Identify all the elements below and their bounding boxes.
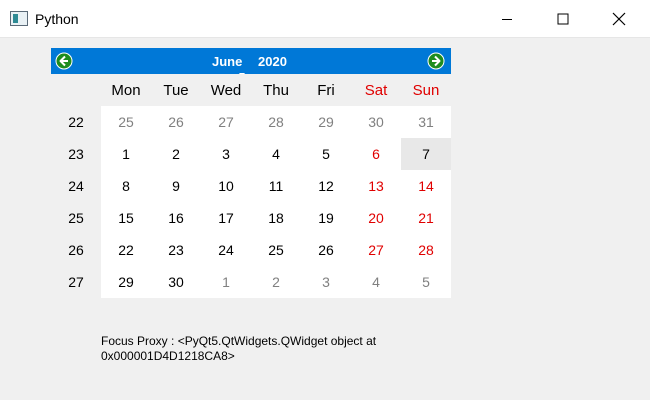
day-cell-selected[interactable]: 7: [401, 138, 451, 170]
week-number: 24: [68, 178, 84, 194]
day-cell[interactable]: 1: [201, 266, 251, 298]
day-cell[interactable]: 6: [351, 138, 401, 170]
day-cell[interactable]: 2: [251, 266, 301, 298]
day-cell[interactable]: 16: [151, 202, 201, 234]
day-cell[interactable]: 30: [151, 266, 201, 298]
day-cell[interactable]: 11: [251, 170, 301, 202]
day-cell[interactable]: 28: [401, 234, 451, 266]
day-cell[interactable]: 12: [301, 170, 351, 202]
day-cell[interactable]: 22: [101, 234, 151, 266]
calendar-widget[interactable]: June 2020 Mon Tue Wed Thu Fri Sat Sun 22 25 26 27 2…: [51, 48, 451, 298]
day-header-thu: Thu: [263, 81, 289, 99]
day-cell[interactable]: 28: [251, 106, 301, 138]
day-cell[interactable]: 21: [401, 202, 451, 234]
minimize-button[interactable]: [484, 0, 530, 38]
focus-proxy-label: Focus Proxy : <PyQt5.QtWidgets.QWidget o…: [101, 334, 377, 363]
previous-month-button[interactable]: [55, 52, 73, 70]
day-cell[interactable]: 26: [151, 106, 201, 138]
maximize-icon: [557, 13, 569, 25]
day-cell[interactable]: 19: [301, 202, 351, 234]
week-number: 27: [68, 274, 84, 290]
day-cell[interactable]: 25: [101, 106, 151, 138]
arrow-right-icon: [427, 52, 445, 70]
week-number: 22: [68, 114, 84, 130]
close-button[interactable]: [596, 0, 642, 38]
python-window-icon: [10, 11, 28, 26]
day-header-mon: Mon: [111, 81, 141, 99]
day-cell[interactable]: 3: [301, 266, 351, 298]
next-month-button[interactable]: [427, 52, 445, 70]
day-header-fri: Fri: [317, 81, 335, 99]
maximize-button[interactable]: [540, 0, 586, 38]
day-cell[interactable]: 29: [101, 266, 151, 298]
day-cell[interactable]: 31: [401, 106, 451, 138]
day-cell[interactable]: 8: [101, 170, 151, 202]
day-cell[interactable]: 9: [151, 170, 201, 202]
minimize-icon: [502, 19, 512, 20]
day-cell[interactable]: 4: [251, 138, 301, 170]
day-cell[interactable]: 24: [201, 234, 251, 266]
week-number: 25: [68, 210, 84, 226]
month-selector[interactable]: June: [212, 54, 242, 69]
day-cell[interactable]: 17: [201, 202, 251, 234]
day-cell[interactable]: 27: [201, 106, 251, 138]
close-icon: [612, 12, 626, 26]
day-cell[interactable]: 18: [251, 202, 301, 234]
day-cell[interactable]: 20: [351, 202, 401, 234]
day-cell[interactable]: 5: [301, 138, 351, 170]
day-header-sat: Sat: [364, 81, 388, 99]
calendar-navigation-bar: June 2020: [51, 48, 451, 77]
day-cell[interactable]: 30: [351, 106, 401, 138]
arrow-left-icon: [55, 52, 73, 70]
day-cell[interactable]: 15: [101, 202, 151, 234]
day-cell[interactable]: 14: [401, 170, 451, 202]
day-cell[interactable]: 4: [351, 266, 401, 298]
day-header-sun: Sun: [412, 81, 440, 99]
day-cell[interactable]: 27: [351, 234, 401, 266]
day-header-wed: Wed: [210, 81, 242, 99]
day-cell[interactable]: 1: [101, 138, 151, 170]
window-title: Python: [35, 11, 79, 27]
day-cell[interactable]: 13: [351, 170, 401, 202]
day-cell[interactable]: 5: [401, 266, 451, 298]
month-dropdown-icon: [239, 64, 245, 77]
day-header-tue: Tue: [163, 81, 189, 99]
day-cell[interactable]: 2: [151, 138, 201, 170]
day-cell[interactable]: 10: [201, 170, 251, 202]
day-cell[interactable]: 26: [301, 234, 351, 266]
week-number: 23: [68, 146, 84, 162]
week-number: 26: [68, 242, 84, 258]
day-cell[interactable]: 29: [301, 106, 351, 138]
day-cell[interactable]: 23: [151, 234, 201, 266]
day-cell[interactable]: 3: [201, 138, 251, 170]
title-bar: Python: [0, 0, 650, 38]
year-selector[interactable]: 2020: [258, 54, 287, 69]
day-cell[interactable]: 25: [251, 234, 301, 266]
